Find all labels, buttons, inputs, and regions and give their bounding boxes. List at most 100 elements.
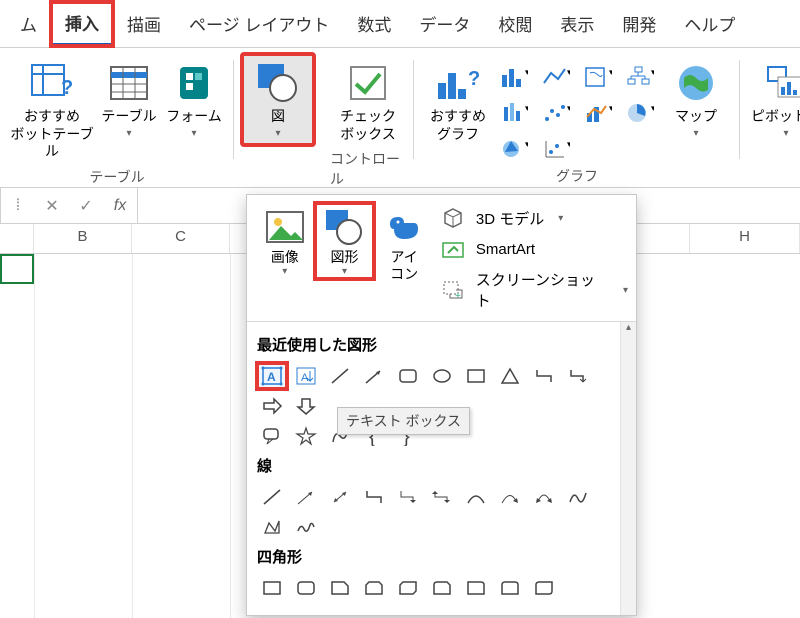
duck-icon (384, 205, 424, 249)
pie-map-chart-button[interactable]: ▾ (578, 60, 618, 94)
line-curve-arrow[interactable] (495, 484, 525, 510)
shape-triangle[interactable] (495, 363, 525, 389)
tab-data[interactable]: データ (405, 3, 484, 44)
rect-snip-round[interactable] (427, 575, 457, 601)
screenshot-button[interactable]: + スクリーンショット ▾ (442, 269, 628, 311)
group-label-charts: グラフ (556, 166, 598, 190)
line-elbow-double-arrow[interactable] (427, 484, 457, 510)
shape-rectangle[interactable] (461, 363, 491, 389)
line-chart-button[interactable]: ▾ (536, 60, 576, 94)
smartart-label: SmartArt (476, 241, 535, 258)
tab-developer[interactable]: 開発 (608, 3, 670, 44)
line-curve-double-arrow[interactable] (529, 484, 559, 510)
tab-help[interactable]: ヘルプ (670, 3, 749, 44)
boxwhisker-chart-button[interactable]: ▾ (536, 132, 576, 166)
combo-chart-button[interactable]: ▾ (578, 96, 618, 130)
shapes-gallery: ▴ 最近使用した図形 A A { } 線 (247, 321, 636, 615)
images-button[interactable]: 画像 ▾ (255, 203, 315, 279)
shape-oval[interactable] (427, 363, 457, 389)
svg-text:A: A (301, 372, 309, 384)
tab-review[interactable]: 校閲 (484, 3, 546, 44)
icons-button[interactable]: アイコン (374, 203, 434, 285)
svg-text:A: A (267, 370, 276, 384)
shape-connector-elbow-arrow[interactable] (563, 363, 593, 389)
shape-connector-elbow[interactable] (529, 363, 559, 389)
hierarchy-chart-button[interactable]: ▾ (620, 60, 660, 94)
tab-view[interactable]: 表示 (546, 3, 608, 44)
line-elbow-arrow[interactable] (393, 484, 423, 510)
rect-round-diag[interactable] (529, 575, 559, 601)
cancel-icon[interactable]: ✕ (35, 196, 69, 216)
recommended-chart-button[interactable]: ? おすすめグラフ (422, 54, 494, 166)
rect-snip-single[interactable] (325, 575, 355, 601)
enter-icon[interactable]: ✓ (69, 196, 103, 216)
chevron-down-icon: ▾ (282, 266, 287, 277)
line-freeform-curve[interactable] (563, 484, 593, 510)
pie-chart-button[interactable]: ▾ (620, 96, 660, 130)
rect-round-single[interactable] (461, 575, 491, 601)
pivot-chart-label: ピボットグ (751, 108, 800, 126)
column-chart-button[interactable]: ▾ (494, 60, 534, 94)
shapes-illustration-icon (256, 60, 300, 106)
column-header-c[interactable]: C (132, 224, 230, 253)
shape-right-arrow[interactable] (257, 393, 287, 419)
scroll-up-icon[interactable]: ▴ (621, 322, 636, 338)
recommended-pivot-table-button[interactable]: ? おすすめボットテーブル (8, 54, 96, 167)
3d-model-button[interactable]: 3D モデル ▾ (442, 207, 628, 229)
shape-star[interactable] (291, 423, 321, 449)
line-double-arrow[interactable] (325, 484, 355, 510)
rect-snip-diag[interactable] (393, 575, 423, 601)
line-curve[interactable] (461, 484, 491, 510)
checkbox-label-2: ボックス (340, 126, 396, 142)
svg-text:▾: ▾ (567, 103, 570, 113)
svg-text:▾: ▾ (525, 103, 528, 113)
radar-chart-button[interactable]: ▾ (494, 132, 534, 166)
formula-dropdown-icon[interactable]: ⁞ (1, 197, 35, 215)
scatter-chart-button[interactable]: ▾ (536, 96, 576, 130)
form-button[interactable]: フォーム ▾ (162, 54, 226, 167)
shape-textbox[interactable]: A (257, 363, 287, 389)
shape-line[interactable] (325, 363, 355, 389)
illustrations-label: 図 (271, 108, 285, 126)
column-header-h[interactable]: H (690, 224, 800, 253)
fx-button[interactable]: fx (103, 197, 137, 215)
line-freeform-shape[interactable] (257, 514, 287, 540)
rect-round-same-side[interactable] (495, 575, 525, 601)
scrollbar[interactable]: ▴ (620, 322, 636, 615)
tooltip-textbox: テキスト ボックス (337, 407, 470, 435)
group-label-tables: テーブル (89, 167, 144, 191)
tab-insert[interactable]: 挿入 (51, 2, 113, 46)
line-elbow[interactable] (359, 484, 389, 510)
shape-callout[interactable] (257, 423, 287, 449)
chevron-down-icon: ▾ (693, 128, 698, 139)
shape-line-arrow[interactable] (359, 363, 389, 389)
tab-formulas[interactable]: 数式 (343, 3, 405, 44)
pivot-chart-button[interactable]: ピボットグ ▾ (748, 54, 800, 145)
tab-page-layout[interactable]: ページ レイアウト (175, 3, 343, 44)
line-plain[interactable] (257, 484, 287, 510)
active-cell[interactable] (0, 254, 34, 284)
line-scribble[interactable] (291, 514, 321, 540)
rect-plain[interactable] (257, 575, 287, 601)
rect-rounded[interactable] (291, 575, 321, 601)
shape-rectangle-rounded[interactable] (393, 363, 423, 389)
line-arrow[interactable] (291, 484, 321, 510)
shape-down-arrow[interactable] (291, 393, 321, 419)
stat-chart-button[interactable]: ▾ (494, 96, 534, 130)
rect-snip-same-side[interactable] (359, 575, 389, 601)
shape-textbox-vertical[interactable]: A (291, 363, 321, 389)
smartart-button[interactable]: SmartArt (442, 239, 628, 259)
map-button[interactable]: マップ ▾ (660, 54, 732, 166)
chevron-down-icon: ▾ (275, 128, 280, 139)
recommended-pivot-label-2: ボットテーブル (10, 126, 93, 160)
select-all-corner[interactable] (0, 224, 34, 253)
checkbox-button[interactable]: チェックボックス (330, 54, 406, 149)
tab-home-fragment[interactable]: ム (6, 3, 51, 44)
column-header-b[interactable]: B (34, 224, 132, 253)
shapes-button[interactable]: 図形 ▾ (315, 203, 375, 279)
illustrations-button[interactable]: 図 ▾ (242, 54, 314, 145)
map-label: マップ (675, 108, 717, 126)
tab-draw[interactable]: 描画 (113, 3, 175, 44)
table-icon (110, 60, 148, 106)
table-button[interactable]: テーブル ▾ (96, 54, 162, 167)
